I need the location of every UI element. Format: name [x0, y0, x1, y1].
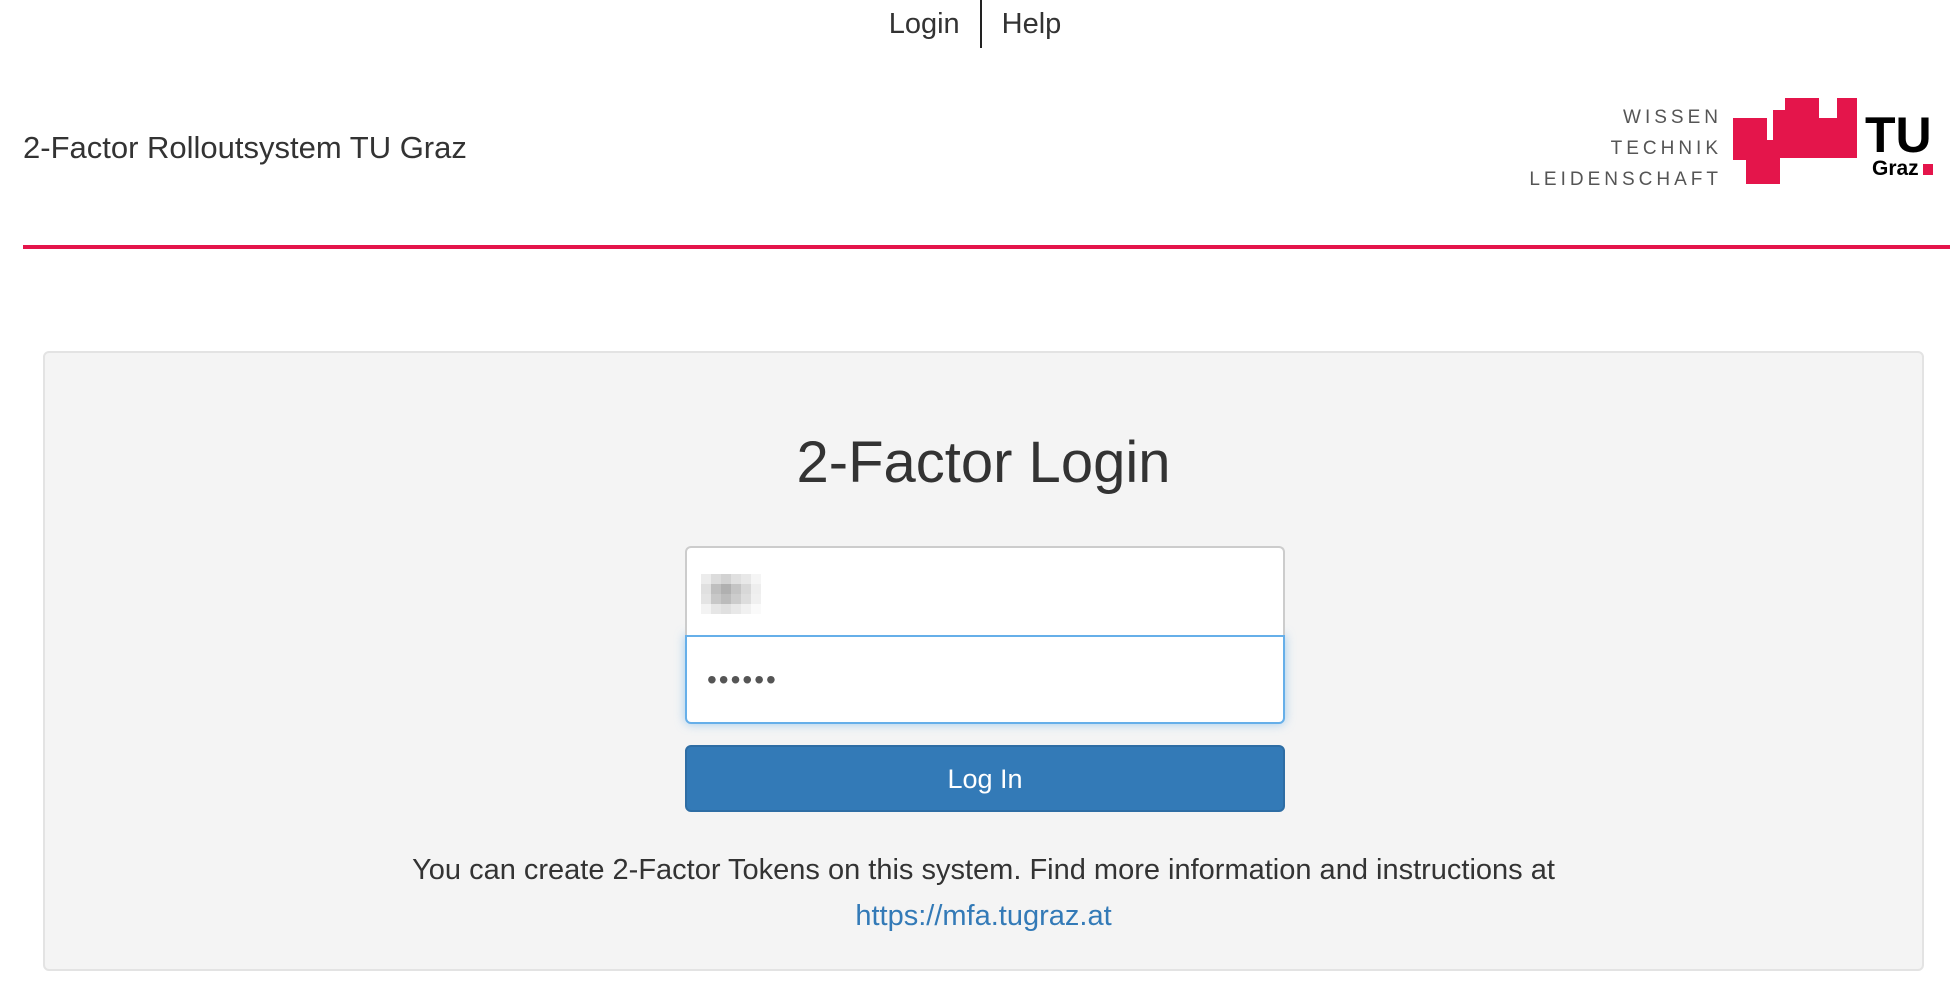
username-wrapper: [685, 546, 1285, 635]
info-text: You can create 2-Factor Tokens on this s…: [412, 854, 1555, 886]
tagline-line-3: LEIDENSCHAFT: [1529, 169, 1722, 190]
info-text-block: You can create 2-Factor Tokens on this s…: [45, 847, 1922, 939]
redacted-username: [701, 574, 761, 614]
mfa-link[interactable]: https://mfa.tugraz.at: [855, 900, 1111, 932]
login-panel: 2-Factor Login Log In You can create 2-F…: [43, 351, 1924, 971]
nav-login-link[interactable]: Login: [869, 0, 980, 48]
logo-text-tu: TU: [1865, 107, 1932, 163]
tagline-line-1: WISSEN: [1623, 107, 1722, 128]
top-nav: Login Help: [0, 0, 1950, 48]
login-form: Log In: [685, 546, 1285, 812]
login-button[interactable]: Log In: [685, 745, 1285, 812]
tu-graz-logo[interactable]: TU Graz: [1733, 98, 1933, 184]
logo-text-graz: Graz: [1872, 157, 1919, 180]
tagline: WISSEN TECHNIK LEIDENSCHAFT: [1498, 102, 1718, 195]
tagline-line-2: TECHNIK: [1610, 138, 1722, 159]
site-title: 2-Factor Rolloutsystem TU Graz: [23, 130, 467, 165]
header-divider: [23, 245, 1950, 249]
password-input[interactable]: [685, 635, 1285, 724]
site-header: 2-Factor Rolloutsystem TU Graz WISSEN TE…: [23, 60, 1950, 248]
nav-help-link[interactable]: Help: [982, 0, 1082, 48]
page-title: 2-Factor Login: [796, 430, 1171, 495]
username-input[interactable]: [685, 546, 1285, 635]
